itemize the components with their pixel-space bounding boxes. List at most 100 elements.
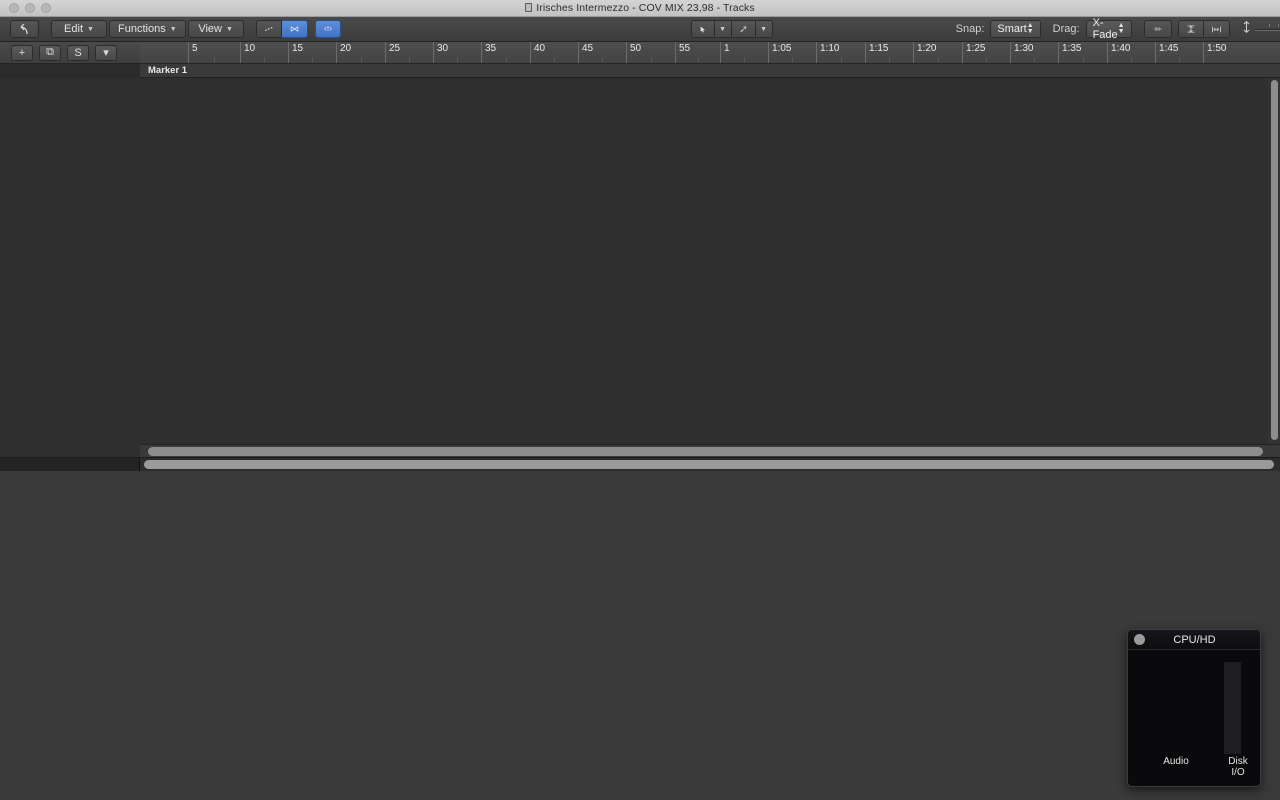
ruler-tick: 20: [336, 42, 352, 63]
pointer-tool-icon[interactable]: [690, 20, 715, 38]
vertical-scrollbar-thumb[interactable]: [1270, 80, 1278, 440]
ruler-tick-label: 1:20: [917, 43, 937, 54]
marquee-icon[interactable]: [314, 20, 341, 38]
back-arrow-icon[interactable]: [10, 20, 39, 38]
ruler-tick: 50: [626, 42, 642, 63]
flex-tool-icon[interactable]: [731, 20, 756, 38]
mixer-scrollbar[interactable]: [0, 458, 1280, 471]
ruler-tick: 1:20: [913, 42, 937, 63]
snap-dropdown[interactable]: Smart ▲ ▼: [990, 20, 1041, 38]
mixer-area: [0, 457, 1280, 800]
tracklist-header: + ⧉ S ▾: [0, 42, 140, 64]
ruler-tick-label: 1:15: [869, 43, 889, 54]
solo-button[interactable]: S: [67, 44, 89, 61]
ruler-tick-label: 15: [292, 43, 304, 54]
timeline-ruler[interactable]: 5 10 15 20 25 30 35 40 45 50 55 1 1:05 1:10 1:15 1:20 1:…: [140, 42, 1280, 64]
cpu-bars: [1146, 662, 1206, 754]
cpu-hd-window[interactable]: CPU/HD Audio Disk I/O: [1127, 629, 1261, 787]
channel-strips: [0, 471, 1280, 800]
disk-io-label: Disk I/O: [1228, 756, 1248, 778]
ruler-tick-label: 1:25: [966, 43, 986, 54]
snap-value: Smart: [997, 23, 1027, 35]
chevron-updown-icon: ▲ ▼: [1026, 22, 1034, 35]
menu-view-label: View: [198, 23, 222, 35]
chevron-down-icon: ▼: [226, 25, 233, 33]
ruler-tick-label: 55: [679, 43, 691, 54]
close-icon[interactable]: [1134, 634, 1145, 645]
waveform-icon[interactable]: [1143, 20, 1172, 38]
ruler-tick: 30: [433, 42, 449, 63]
menu-edit[interactable]: Edit ▼: [51, 20, 107, 38]
menu-functions-label: Functions: [118, 23, 166, 35]
duplicate-track-button[interactable]: ⧉: [39, 44, 61, 61]
marker-label[interactable]: Marker 1: [140, 64, 1280, 78]
ruler-tick-label: 45: [582, 43, 594, 54]
ruler-tick-label: 1: [724, 43, 730, 54]
menu-edit-label: Edit: [64, 23, 84, 35]
ruler-tick: 1:05: [768, 42, 792, 63]
fit-selection-icon[interactable]: [1203, 20, 1230, 38]
ruler-tick: 1: [720, 42, 730, 63]
ruler-tick-label: 1:45: [1159, 43, 1179, 54]
ruler-tick: 40: [530, 42, 546, 63]
ruler-tick: 1:40: [1107, 42, 1131, 63]
ruler-tick: 1:25: [962, 42, 986, 63]
ruler-tick-label: 20: [340, 43, 352, 54]
chevron-updown-icon: ▲ ▼: [1117, 22, 1125, 35]
ruler-tick: 1:10: [816, 42, 840, 63]
tracks-area: [0, 78, 1280, 457]
menu-view[interactable]: View ▼: [187, 20, 244, 38]
drag-value: X-Fade: [1092, 17, 1118, 41]
flex-icon[interactable]: [281, 20, 308, 38]
zoom-vertical-slider[interactable]: [1254, 24, 1280, 34]
ruler-tick-label: 40: [534, 43, 546, 54]
disk-io-bar: [1224, 662, 1241, 754]
ruler-tick: 55: [675, 42, 691, 63]
cpu-graph: Audio Disk I/O: [1128, 650, 1260, 786]
vertical-scrollbar[interactable]: [1268, 78, 1280, 444]
window-title: Irisches Intermezzo - COV MIX 23,98 - Tr…: [0, 2, 1280, 14]
flex-align-icon[interactable]: [1177, 20, 1204, 38]
ruler-tick-label: 1:50: [1207, 43, 1227, 54]
main-toolbar: Edit ▼ Functions ▼ View ▼ ▼ ▼ Snap: Smar…: [0, 17, 1280, 42]
ruler-tick: 1:45: [1155, 42, 1179, 63]
menu-functions[interactable]: Functions ▼: [109, 20, 186, 38]
ruler-tick-label: 1:40: [1111, 43, 1131, 54]
ruler-tick-label: 1:30: [1014, 43, 1034, 54]
pointer-tool-chevron[interactable]: ▼: [714, 20, 732, 38]
flex-tool-chevron[interactable]: ▼: [755, 20, 773, 38]
marker-lane[interactable]: Marker 1: [140, 64, 1280, 78]
ruler-tick: 1:50: [1203, 42, 1227, 63]
ruler-tick-label: 35: [485, 43, 497, 54]
window-title-text: Irisches Intermezzo - COV MIX 23,98 - Tr…: [536, 2, 755, 14]
ruler-tick-label: 10: [244, 43, 256, 54]
chevron-down-icon: ▼: [719, 25, 727, 33]
horizontal-scrollbar[interactable]: [140, 444, 1280, 457]
ruler-tick: 35: [481, 42, 497, 63]
document-icon: [525, 3, 533, 12]
snap-label: Snap:: [955, 23, 985, 35]
ruler-tick: 5: [188, 42, 198, 63]
mixer-scroll-corner: [0, 458, 140, 471]
automation-icon[interactable]: [255, 20, 282, 38]
zoom-vertical-control[interactable]: [1242, 20, 1280, 38]
zoom-vertical-icon: [1242, 20, 1251, 38]
mixer-scrollbar-thumb[interactable]: [144, 460, 1274, 469]
horizontal-scrollbar-thumb[interactable]: [148, 446, 1263, 456]
drag-label: Drag:: [1052, 23, 1080, 35]
chevron-down-icon: ▼: [169, 25, 177, 33]
chevron-down-icon: ▼: [87, 25, 94, 33]
ruler-tick-label: 1:35: [1062, 43, 1082, 54]
ruler-tick-label: 1:10: [820, 43, 840, 54]
ruler-tick-label: 1:05: [772, 43, 792, 54]
ruler-tick: 1:30: [1010, 42, 1034, 63]
ruler-tick-label: 30: [437, 43, 449, 54]
ruler-tick-label: 5: [192, 43, 198, 54]
add-track-button[interactable]: +: [11, 44, 33, 61]
track-options-button[interactable]: ▾: [95, 44, 117, 61]
ruler-tick: 45: [578, 42, 594, 63]
drag-dropdown[interactable]: X-Fade ▲ ▼: [1085, 17, 1132, 41]
ruler-tick-label: 50: [630, 43, 642, 54]
ruler-tick: 10: [240, 42, 256, 63]
ruler-tick: 25: [385, 42, 400, 63]
